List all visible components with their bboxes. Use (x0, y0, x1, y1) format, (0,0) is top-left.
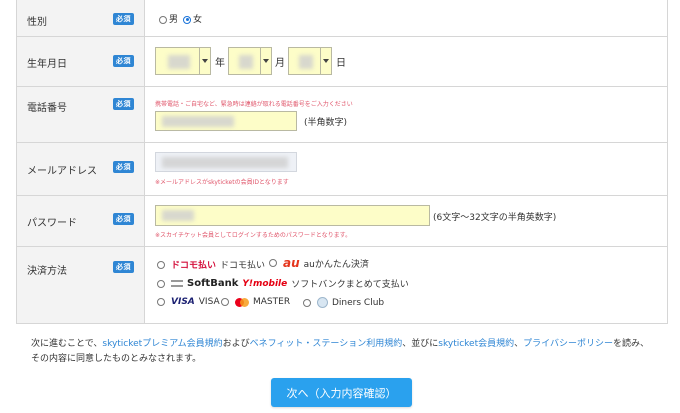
label-cell-birthdate: 生年月日 必須 (17, 37, 145, 86)
label-cell-payment: 決済方法 必須 (17, 247, 145, 323)
birth-year-select[interactable] (155, 47, 211, 75)
radio-icon[interactable] (221, 298, 229, 306)
radio-checked-icon[interactable] (183, 15, 191, 24)
row-payment: 決済方法 必須 ドコモ払い ドコモ払い au auかんたん決済 SoftBank… (17, 247, 667, 324)
benefit-station-terms-link[interactable]: ベネフィット・ステーション利用規約 (250, 339, 403, 349)
email-note: ※メールアドレスがskyticketの会員IDとなります (155, 179, 289, 186)
row-gender: 性別 必須 男 女 (17, 0, 667, 37)
payment-option-softbank[interactable]: SoftBank Y!mobile ソフトバンクまとめて支払い (157, 277, 409, 290)
payment-option-docomo[interactable]: ドコモ払い ドコモ払い (157, 258, 265, 271)
chevron-down-icon (199, 48, 210, 74)
radio-icon[interactable] (157, 279, 165, 288)
chevron-down-icon (260, 48, 271, 74)
label-cell-email: メールアドレス 必須 (17, 143, 145, 195)
premium-terms-link[interactable]: skyticketプレミアム会員規約 (102, 339, 222, 349)
ymobile-logo: Y!mobile (242, 278, 288, 289)
consent-text-4: 、 (514, 339, 524, 349)
phone-hint: (半角数字) (304, 118, 348, 128)
row-birthdate: 生年月日 必須 年 月 日 (17, 37, 667, 87)
radio-icon[interactable] (303, 298, 311, 307)
gender-option-female[interactable]: 女 (183, 12, 202, 25)
birthdate-label: 生年月日 (27, 59, 67, 70)
consent-text-2: および (222, 339, 250, 349)
payment-option-au[interactable]: au auかんたん決済 (269, 256, 369, 270)
payment-option-master[interactable]: MASTER (221, 297, 290, 307)
birthdate-field: 年 月 日 (145, 37, 667, 86)
phone-label: 電話番号 (27, 103, 67, 114)
payment-field: ドコモ払い ドコモ払い au auかんたん決済 SoftBank Y!mobil… (145, 247, 667, 323)
day-unit: 日 (336, 58, 346, 69)
masked-value (299, 55, 313, 69)
phone-input[interactable] (155, 111, 297, 131)
master-label: MASTER (253, 297, 291, 307)
payment-option-diners[interactable]: Diners Club (303, 297, 384, 308)
member-terms-link[interactable]: skyticket会員規約 (438, 339, 514, 349)
phone-field: 携帯電話・ご自宅など、緊急時は連絡が取れる電話番号をご入力ください (半角数字) (145, 87, 667, 142)
softbank-icon (171, 280, 183, 287)
email-label: メールアドレス (27, 166, 97, 177)
masked-value (162, 157, 288, 168)
radio-icon[interactable] (157, 298, 165, 306)
gender-field: 男 女 (145, 0, 667, 36)
masked-value (168, 55, 190, 69)
required-badge: 必須 (113, 161, 134, 173)
label-cell-password: パスワード 必須 (17, 196, 145, 246)
required-badge: 必須 (113, 98, 134, 110)
masked-value (162, 210, 194, 221)
visa-logo: VISA (171, 297, 195, 307)
softbank-label: ソフトバンクまとめて支払い (291, 280, 409, 290)
payment-label: 決済方法 (27, 266, 67, 277)
next-button[interactable]: 次へ（入力内容確認） (271, 378, 412, 407)
au-label: auかんたん決済 (303, 259, 369, 270)
required-badge: 必須 (113, 55, 134, 67)
gender-label: 性別 (27, 17, 47, 28)
payment-option-visa[interactable]: VISA VISA (157, 297, 220, 307)
diners-label: Diners Club (332, 297, 385, 308)
gender-option-male[interactable]: 男 (159, 12, 178, 25)
email-input[interactable] (155, 152, 297, 172)
chevron-down-icon (320, 48, 331, 74)
radio-icon[interactable] (159, 15, 167, 24)
row-phone: 電話番号 必須 携帯電話・ご自宅など、緊急時は連絡が取れる電話番号をご入力くださ… (17, 87, 667, 143)
consent-text-3: 、並びに (402, 339, 439, 349)
year-unit: 年 (215, 58, 225, 69)
consent-text-1: 次に進むことで、 (31, 339, 103, 349)
birth-month-select[interactable] (228, 47, 272, 75)
privacy-policy-link[interactable]: プライバシーポリシー (523, 339, 613, 349)
password-hint: (6文字～32文字の半角英数字) (433, 213, 557, 223)
softbank-logo: SoftBank (187, 278, 239, 289)
required-badge: 必須 (113, 213, 134, 225)
month-unit: 月 (275, 58, 285, 69)
label-cell-gender: 性別 必須 (17, 0, 145, 36)
row-password: パスワード 必須 (6文字～32文字の半角英数字) ※スカイチケット会員としてロ… (17, 196, 667, 247)
password-note: ※スカイチケット会員としてログインするためのパスワードとなります。 (155, 232, 352, 239)
birth-day-select[interactable] (288, 47, 332, 75)
registration-form: 性別 必須 男 女 生年月日 必須 年 月 日 電話番号 必須 携帯電話・ご自宅… (16, 0, 668, 324)
phone-note: 携帯電話・ご自宅など、緊急時は連絡が取れる電話番号をご入力ください (155, 101, 353, 108)
label-cell-phone: 電話番号 必須 (17, 87, 145, 142)
required-badge: 必須 (113, 261, 134, 273)
gender-female-label: 女 (193, 15, 203, 25)
password-input[interactable] (155, 205, 430, 226)
gender-male-label: 男 (169, 15, 179, 25)
password-field: (6文字～32文字の半角英数字) ※スカイチケット会員としてログインするためのパ… (145, 196, 667, 246)
row-email: メールアドレス 必須 ※メールアドレスがskyticketの会員IDとなります (17, 143, 667, 196)
password-label: パスワード (27, 218, 77, 229)
docomo-logo: ドコモ払い (171, 261, 217, 271)
required-badge: 必須 (113, 13, 134, 25)
masked-value (239, 55, 253, 69)
au-logo: au (283, 256, 300, 270)
masked-value (162, 116, 234, 127)
email-field: ※メールアドレスがskyticketの会員IDとなります (145, 143, 667, 195)
radio-icon[interactable] (269, 259, 277, 267)
docomo-label: ドコモ払い (220, 261, 266, 271)
consent-text: 次に進むことで、skyticketプレミアム会員規約およびベネフィット・ステーシ… (31, 337, 651, 367)
diners-club-icon (317, 297, 328, 308)
visa-label: VISA (198, 297, 220, 307)
mastercard-icon (235, 297, 249, 307)
radio-icon[interactable] (157, 260, 165, 269)
